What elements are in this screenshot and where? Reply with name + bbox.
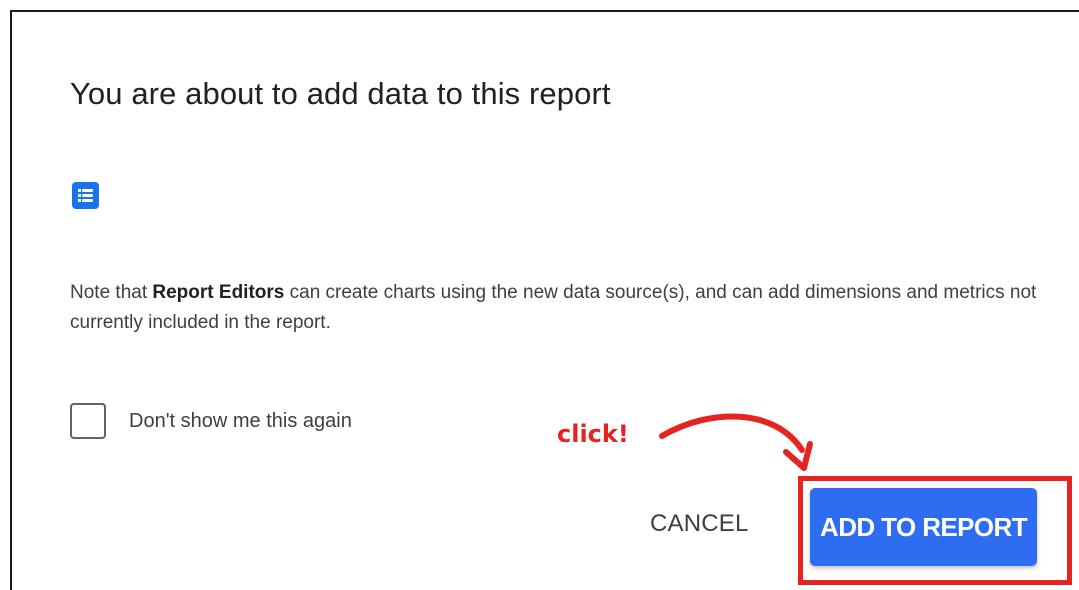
note-prefix: Note that	[70, 282, 153, 303]
cancel-button[interactable]: CANCEL	[650, 510, 749, 538]
click-annotation: click!	[557, 420, 629, 448]
dialog-title: You are about to add data to this report	[70, 76, 611, 111]
list-icon	[72, 182, 99, 209]
add-to-report-button[interactable]: ADD TO REPORT	[810, 488, 1037, 566]
curved-arrow-icon	[659, 413, 813, 471]
dont-show-again-label[interactable]: Don't show me this again	[129, 410, 352, 433]
dont-show-again-checkbox[interactable]	[70, 403, 106, 439]
dialog-note: Note that Report Editors can create char…	[70, 278, 1070, 338]
page: You are about to add data to this report…	[0, 0, 1079, 590]
note-emphasis: Report Editors	[152, 282, 285, 303]
